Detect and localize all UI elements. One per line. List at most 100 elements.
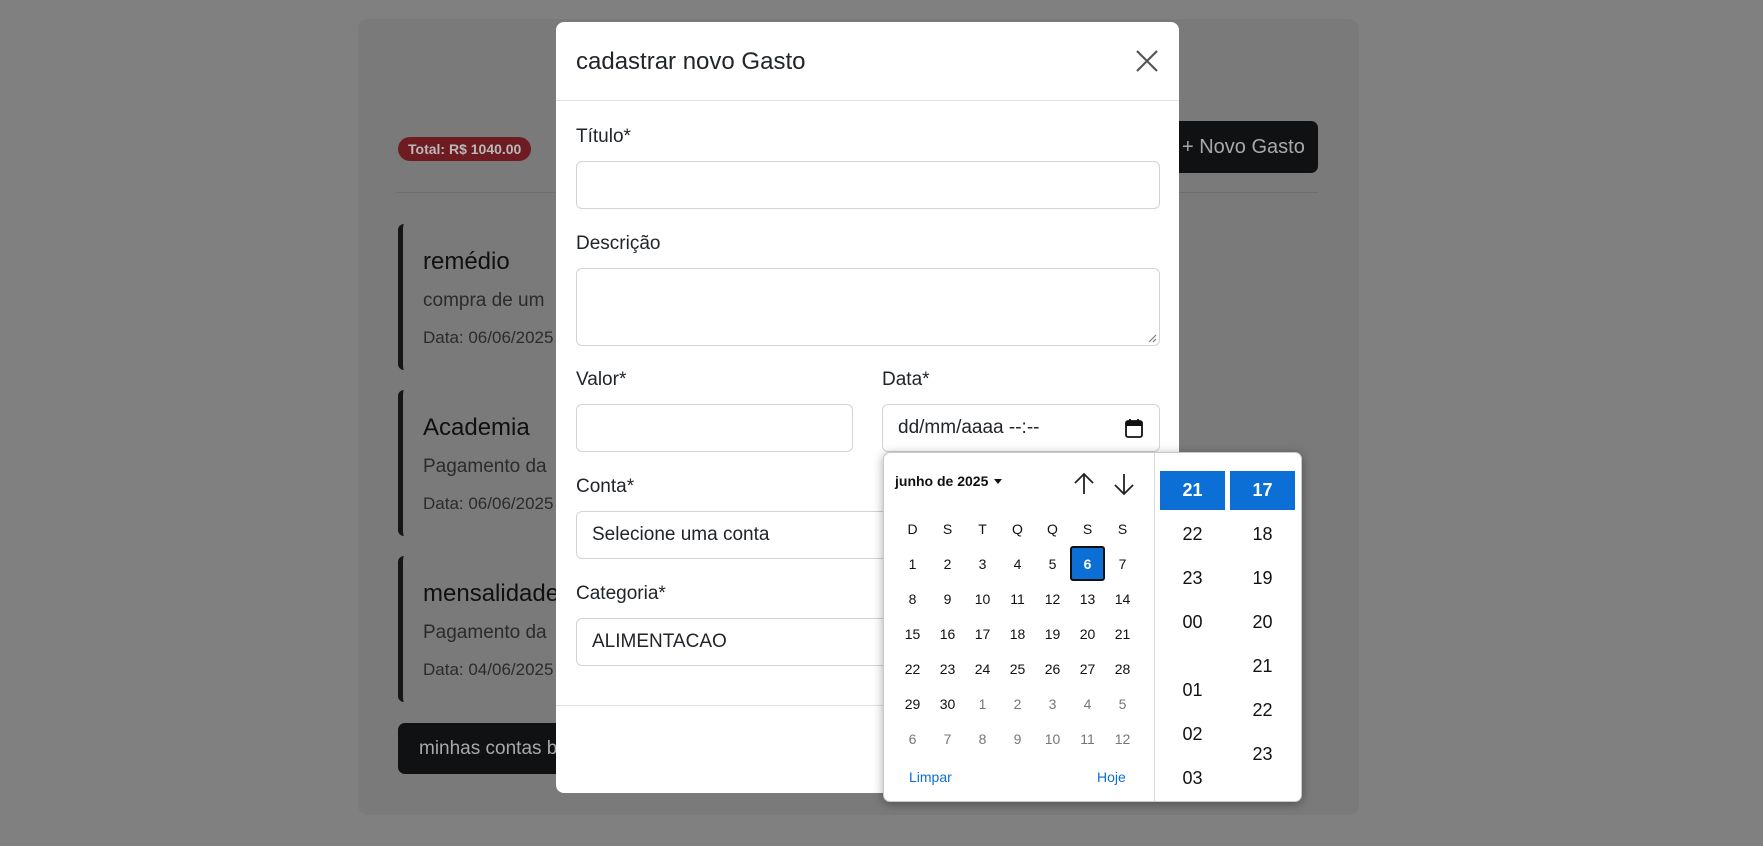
calendar-day[interactable]: 24 [965,651,1000,686]
weekday-header: Q [1047,520,1058,537]
picker-divider [1154,453,1155,801]
calendar-icon[interactable] [1125,418,1143,438]
month-year-selector[interactable]: junho de 2025 [895,473,1003,489]
description-label: Descrição [576,233,661,254]
calendar-day[interactable]: 12 [1035,581,1070,616]
hour-option[interactable]: 02 [1160,715,1225,754]
weekday-header: D [907,520,918,537]
calendar-day[interactable]: 9 [930,581,965,616]
value-input[interactable] [576,404,853,452]
date-label: Data* [882,369,930,390]
title-input[interactable] [576,161,1160,209]
caret-down-icon [994,479,1003,484]
account-label: Conta* [576,476,635,497]
calendar-day-other-month[interactable]: 6 [895,721,930,756]
date-input[interactable]: dd/mm/aaaa --:-- [882,404,1160,452]
calendar-day-other-month[interactable]: 11 [1070,721,1105,756]
hour-option[interactable]: 23 [1160,559,1225,598]
calendar-day-other-month[interactable]: 12 [1105,721,1140,756]
calendar-day[interactable]: 1 [895,546,930,581]
expense-description: compra de um [423,290,545,311]
calendar-day-other-month[interactable]: 1 [965,686,1000,721]
expense-card[interactable]: Academia Pagamento da Data: 06/06/2025 [398,390,558,536]
calendar-day[interactable]: 19 [1035,616,1070,651]
calendar-day[interactable]: 4 [1000,546,1035,581]
calendar-week: 8 9 10 11 12 13 14 [895,581,1140,616]
hour-option[interactable]: 01 [1160,671,1225,710]
minute-option[interactable]: 22 [1230,691,1295,730]
date-input-value: dd/mm/aaaa --:-- [898,417,1040,438]
calendar-day[interactable]: 21 [1105,616,1140,651]
calendar-day[interactable]: 26 [1035,651,1070,686]
hour-option[interactable]: 22 [1160,515,1225,554]
expense-date: Data: 06/06/2025 [423,494,554,513]
expense-date: Data: 04/06/2025 [423,660,554,679]
calendar-day[interactable]: 17 [965,616,1000,651]
calendar-grid: D S T Q Q S S 1 2 3 4 5 6 7 8 9 10 11 12… [895,511,1140,756]
calendar-day-other-month[interactable]: 3 [1035,686,1070,721]
calendar-day-other-month[interactable]: 7 [930,721,965,756]
expense-description: Pagamento da [423,456,547,477]
weekday-header: S [942,520,953,537]
datetime-picker: junho de 2025 D S T Q Q S S 1 2 3 4 5 6 … [883,452,1302,802]
resize-grip-icon[interactable] [1147,333,1157,343]
calendar-day[interactable]: 16 [930,616,965,651]
calendar-day[interactable]: 15 [895,616,930,651]
calendar-day[interactable]: 8 [895,581,930,616]
calendar-day[interactable]: 28 [1105,651,1140,686]
calendar-day[interactable]: 29 [895,686,930,721]
minute-option-selected[interactable]: 17 [1230,471,1295,510]
value-label: Valor* [576,369,627,390]
calendar-day[interactable]: 3 [965,546,1000,581]
weekday-header-row: D S T Q Q S S [895,511,1140,546]
calendar-day[interactable]: 10 [965,581,1000,616]
calendar-day[interactable]: 30 [930,686,965,721]
minute-option[interactable]: 21 [1230,647,1295,686]
calendar-day[interactable]: 2 [930,546,965,581]
expense-card[interactable]: mensalidade Pagamento da Data: 04/06/202… [398,556,559,702]
calendar-week: 22 23 24 25 26 27 28 [895,651,1140,686]
close-button[interactable] [1134,48,1160,74]
description-textarea[interactable] [576,268,1160,346]
calendar-day-other-month[interactable]: 8 [965,721,1000,756]
minute-option[interactable]: 19 [1230,559,1295,598]
calendar-day[interactable]: 14 [1105,581,1140,616]
calendar-day[interactable]: 18 [1000,616,1035,651]
month-year-label: junho de 2025 [895,473,989,489]
calendar-day[interactable]: 23 [930,651,965,686]
clear-date-link[interactable]: Limpar [909,769,952,785]
minute-option[interactable]: 18 [1230,515,1295,554]
calendar-day-other-month[interactable]: 9 [1000,721,1035,756]
calendar-day[interactable]: 25 [1000,651,1035,686]
calendar-day[interactable]: 7 [1105,546,1140,581]
hour-option[interactable]: 03 [1160,759,1225,798]
today-link[interactable]: Hoje [1097,769,1126,785]
calendar-day[interactable]: 11 [1000,581,1035,616]
previous-month-button[interactable] [1072,471,1096,497]
total-badge: Total: R$ 1040.00 [398,137,532,161]
calendar-day-other-month[interactable]: 10 [1035,721,1070,756]
expense-card[interactable]: remédio compra de um Data: 06/06/2025 [398,224,558,370]
new-expense-button[interactable]: + Novo Gasto [1160,121,1318,173]
next-month-button[interactable] [1112,471,1136,497]
calendar-day[interactable]: 22 [895,651,930,686]
calendar-day[interactable]: 5 [1035,546,1070,581]
calendar-day[interactable]: 27 [1070,651,1105,686]
calendar-day-selected[interactable]: 6 [1070,546,1105,581]
minute-option[interactable]: 23 [1230,735,1295,774]
calendar-day[interactable]: 13 [1070,581,1105,616]
minute-option[interactable]: 20 [1230,603,1295,642]
calendar-day-other-month[interactable]: 5 [1105,686,1140,721]
calendar-day-other-month[interactable]: 4 [1070,686,1105,721]
modal-title: cadastrar novo Gasto [576,48,806,75]
calendar-week: 6 7 8 9 10 11 12 [895,721,1140,756]
arrow-up-icon [1074,472,1094,494]
calendar-day-other-month[interactable]: 2 [1000,686,1035,721]
calendar-week: 1 2 3 4 5 6 7 [895,546,1140,581]
my-accounts-button[interactable]: minhas contas b [398,723,568,774]
weekday-header: Q [1012,520,1023,537]
hour-option[interactable]: 00 [1160,603,1225,642]
expense-description: Pagamento da [423,622,547,643]
calendar-day[interactable]: 20 [1070,616,1105,651]
hour-option-selected[interactable]: 21 [1160,471,1225,510]
